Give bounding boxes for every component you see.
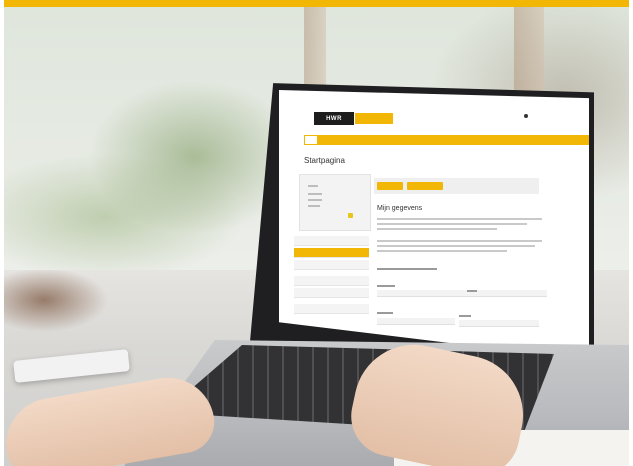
side-menu <box>294 236 369 316</box>
body-text-line <box>377 218 542 220</box>
page-heading: Startpagina <box>304 156 345 165</box>
side-menu-item <box>294 288 369 298</box>
side-menu-item <box>294 276 369 286</box>
laptop-screen-website: HWR Startpagina Mijn gegevens <box>279 90 589 360</box>
body-text-line <box>377 240 542 242</box>
site-logo: HWR <box>314 112 354 125</box>
content-toolbar <box>374 178 539 194</box>
body-text-line <box>377 250 507 252</box>
site-navigation-bar <box>304 135 589 145</box>
side-menu-item <box>294 304 369 314</box>
profile-line <box>308 193 322 195</box>
form-section-label <box>377 268 437 270</box>
form-label <box>377 312 393 314</box>
toolbar-button <box>407 182 443 190</box>
form-label <box>459 315 471 317</box>
nav-home-tab <box>304 135 318 145</box>
side-menu-item <box>294 236 369 246</box>
body-text-line <box>377 223 527 225</box>
profile-card <box>299 174 371 231</box>
form-field <box>459 320 539 327</box>
profile-line <box>308 205 320 207</box>
site-logo-tag <box>355 113 393 124</box>
body-text-line <box>377 228 497 230</box>
form-label <box>467 290 477 292</box>
background-chair <box>4 270 124 350</box>
main-title: Mijn gegevens <box>377 205 423 212</box>
form-field <box>377 318 455 325</box>
body-text-line <box>377 245 535 247</box>
top-accent-bar <box>4 0 629 7</box>
side-menu-item <box>294 260 369 270</box>
toolbar-button <box>377 182 403 190</box>
profile-line <box>308 199 322 201</box>
profile-marker <box>348 213 353 218</box>
form-field <box>377 290 547 297</box>
profile-line <box>308 185 318 187</box>
site-logo-text: HWR <box>326 115 342 122</box>
user-icon <box>524 114 528 118</box>
photo-frame: HWR Startpagina Mijn gegevens <box>4 0 629 466</box>
form-label <box>377 285 395 287</box>
side-menu-item-active <box>294 248 369 258</box>
